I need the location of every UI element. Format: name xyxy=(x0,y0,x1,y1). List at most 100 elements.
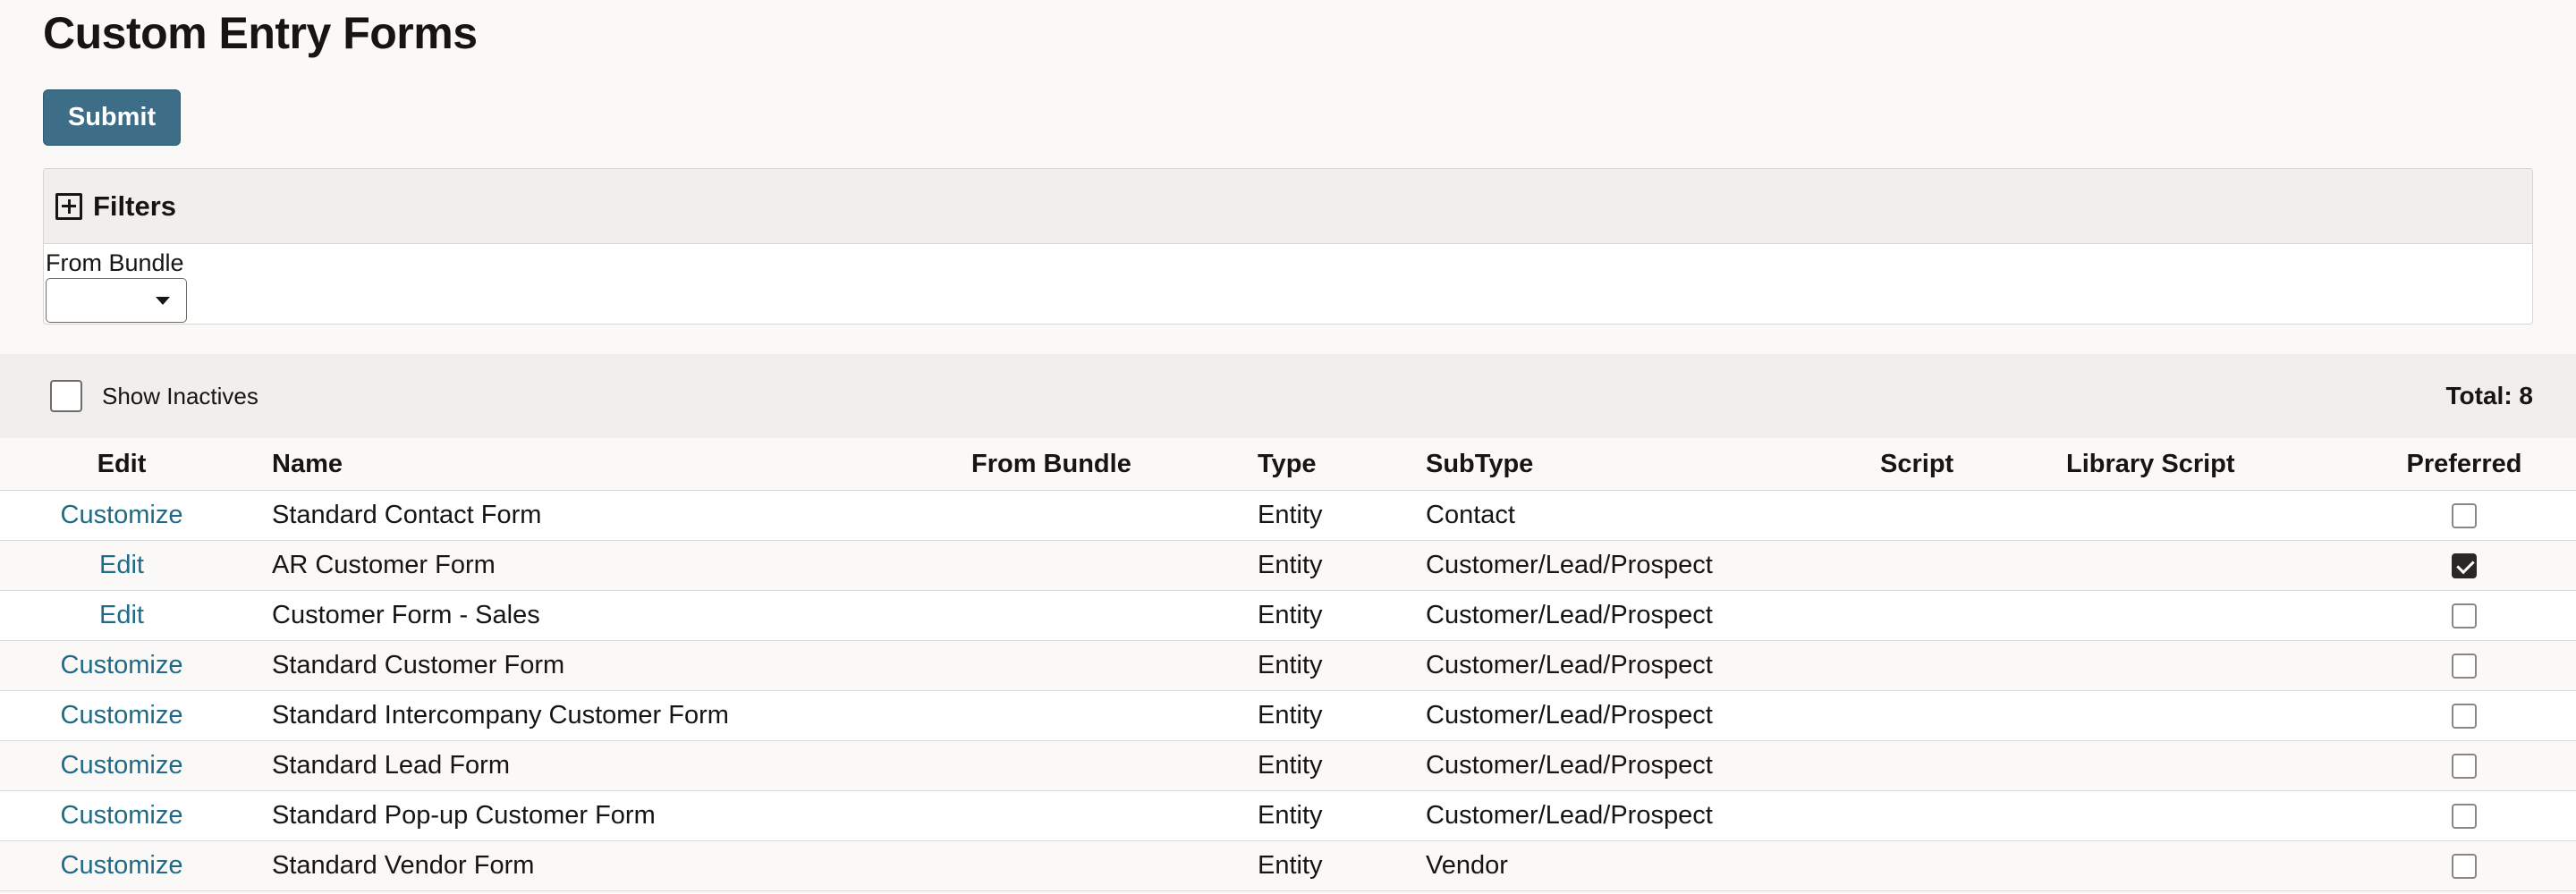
subtype-cell: Customer/Lead/Prospect xyxy=(1395,540,1880,591)
preferred-checkbox[interactable] xyxy=(2452,503,2477,529)
edit-link[interactable]: Edit xyxy=(99,551,144,579)
table-row: Edit Customer Form - Sales Entity Customer/… xyxy=(0,590,2576,641)
table-row: Edit AR Customer Form Entity Customer/Lead/… xyxy=(0,540,2576,591)
preferred-cell xyxy=(2381,590,2576,641)
library-script-cell xyxy=(2052,540,2381,591)
column-header-type[interactable]: Type xyxy=(1225,438,1395,491)
edit-cell: Customize xyxy=(0,640,243,691)
preferred-cell xyxy=(2381,690,2576,741)
script-cell xyxy=(1880,540,2052,591)
from-bundle-cell xyxy=(941,490,1225,541)
library-script-cell xyxy=(2052,640,2381,691)
from-bundle-select[interactable] xyxy=(46,278,187,323)
filters-label: Filters xyxy=(93,190,177,222)
column-header-from-bundle[interactable]: From Bundle xyxy=(941,438,1225,491)
preferred-cell xyxy=(2381,490,2576,541)
preferred-checkbox[interactable] xyxy=(2452,654,2477,679)
column-header-script[interactable]: Script xyxy=(1880,438,2052,491)
library-script-cell xyxy=(2052,840,2381,891)
subtype-cell: Customer/Lead/Prospect xyxy=(1395,690,1880,741)
subtype-cell: Customer/Lead/Prospect xyxy=(1395,590,1880,641)
script-cell xyxy=(1880,640,2052,691)
edit-link[interactable]: Customize xyxy=(61,501,183,529)
table-row: Customize Standard Lead Form Entity Custome… xyxy=(0,740,2576,791)
preferred-cell xyxy=(2381,790,2576,841)
column-header-subtype[interactable]: SubType xyxy=(1395,438,1880,491)
name-cell: Standard Lead Form xyxy=(243,740,941,791)
library-script-cell xyxy=(2052,690,2381,741)
edit-cell: Customize xyxy=(0,740,243,791)
from-bundle-cell xyxy=(941,540,1225,591)
edit-link[interactable]: Edit xyxy=(99,601,144,629)
edit-link[interactable]: Customize xyxy=(61,801,183,830)
preferred-checkbox[interactable] xyxy=(2452,754,2477,780)
library-script-cell xyxy=(2052,590,2381,641)
from-bundle-cell xyxy=(941,590,1225,641)
table-row: Customize Standard Intercompany Customer … xyxy=(0,690,2576,741)
from-bundle-filter-label: From Bundle xyxy=(46,249,184,276)
preferred-cell xyxy=(2381,640,2576,691)
table-row: Customize Standard Contact Form Entity Cont… xyxy=(0,490,2576,541)
edit-cell: Customize xyxy=(0,790,243,841)
name-cell: Customer Form - Sales xyxy=(243,590,941,641)
preferred-checkbox[interactable] xyxy=(2452,704,2477,730)
from-bundle-cell xyxy=(941,690,1225,741)
submit-button[interactable]: Submit xyxy=(43,89,181,146)
table-header-row: Edit Name From Bundle Type SubType Scrip… xyxy=(0,438,2576,491)
page-title: Custom Entry Forms xyxy=(43,8,478,58)
name-cell: Standard Vendor Form xyxy=(243,840,941,891)
type-cell: Entity xyxy=(1225,790,1395,841)
type-cell: Entity xyxy=(1225,490,1395,541)
subtype-cell: Customer/Lead/Prospect xyxy=(1395,640,1880,691)
edit-cell: Customize xyxy=(0,490,243,541)
library-script-cell xyxy=(2052,490,2381,541)
preferred-cell xyxy=(2381,740,2576,791)
preferred-checkbox[interactable] xyxy=(2452,603,2477,629)
name-cell: Standard Pop-up Customer Form xyxy=(243,790,941,841)
column-header-edit[interactable]: Edit xyxy=(0,438,243,491)
name-cell: Standard Contact Form xyxy=(243,490,941,541)
filters-panel: Filters From Bundle xyxy=(43,168,2533,325)
name-cell: Standard Customer Form xyxy=(243,640,941,691)
column-header-name[interactable]: Name xyxy=(243,438,941,491)
subtype-cell: Customer/Lead/Prospect xyxy=(1395,740,1880,791)
library-script-cell xyxy=(2052,790,2381,841)
from-bundle-cell xyxy=(941,640,1225,691)
column-header-preferred[interactable]: Preferred xyxy=(2381,438,2576,491)
edit-cell: Customize xyxy=(0,840,243,891)
preferred-checkbox[interactable] xyxy=(2452,804,2477,830)
type-cell: Entity xyxy=(1225,640,1395,691)
preferred-checkbox[interactable] xyxy=(2452,553,2477,579)
script-cell xyxy=(1880,490,2052,541)
show-inactives-checkbox[interactable] xyxy=(50,380,82,412)
subtype-cell: Vendor xyxy=(1395,840,1880,891)
from-bundle-cell xyxy=(941,740,1225,791)
total-count: Total: 8 xyxy=(2445,382,2533,409)
preferred-checkbox[interactable] xyxy=(2452,854,2477,880)
plus-square-icon[interactable] xyxy=(55,192,82,220)
edit-link[interactable]: Customize xyxy=(61,751,183,780)
edit-link[interactable]: Customize xyxy=(61,701,183,730)
from-bundle-cell xyxy=(941,840,1225,891)
script-cell xyxy=(1880,840,2052,891)
custom-entry-forms-page: Custom Entry Forms Submit Filters From B… xyxy=(0,0,2576,894)
preferred-cell xyxy=(2381,540,2576,591)
script-cell xyxy=(1880,690,2052,741)
library-script-cell xyxy=(2052,740,2381,791)
edit-cell: Customize xyxy=(0,690,243,741)
table-row: Customize Standard Vendor Form Entity Vendo… xyxy=(0,840,2576,891)
show-inactives-label: Show Inactives xyxy=(102,383,258,409)
filters-header[interactable]: Filters xyxy=(44,169,2532,244)
column-header-library-script[interactable]: Library Script xyxy=(2052,438,2381,491)
edit-link[interactable]: Customize xyxy=(61,651,183,679)
name-cell: Standard Intercompany Customer Form xyxy=(243,690,941,741)
type-cell: Entity xyxy=(1225,840,1395,891)
script-cell xyxy=(1880,790,2052,841)
edit-link[interactable]: Customize xyxy=(61,851,183,880)
script-cell xyxy=(1880,590,2052,641)
from-bundle-cell xyxy=(941,790,1225,841)
type-cell: Entity xyxy=(1225,590,1395,641)
subtype-cell: Contact xyxy=(1395,490,1880,541)
edit-cell: Edit xyxy=(0,590,243,641)
name-cell: AR Customer Form xyxy=(243,540,941,591)
